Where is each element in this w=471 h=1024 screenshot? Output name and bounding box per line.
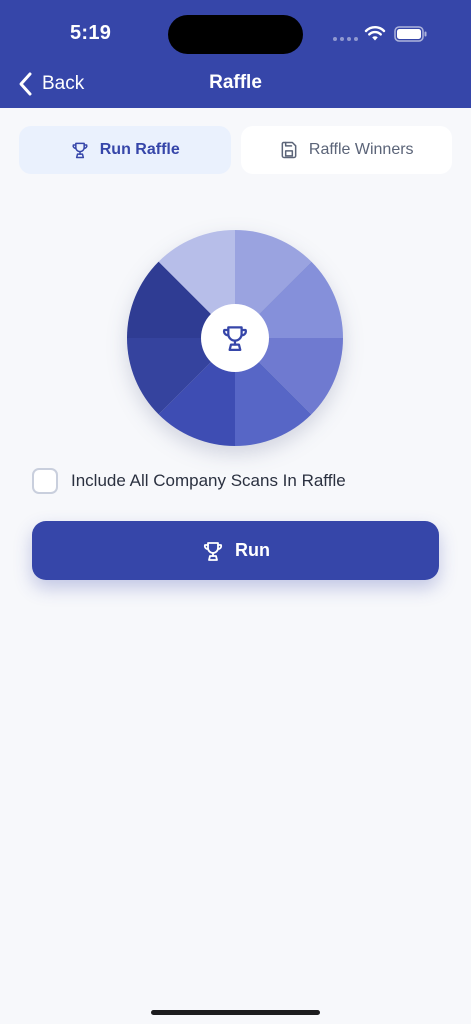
raffle-wheel — [125, 228, 345, 448]
wifi-icon — [364, 26, 386, 41]
segment-tabs: Run Raffle Raffle Winners — [19, 126, 452, 174]
save-icon — [281, 141, 297, 159]
home-indicator — [151, 1010, 320, 1015]
battery-icon — [394, 26, 427, 42]
run-button[interactable]: Run — [32, 521, 439, 580]
tab-run-raffle[interactable]: Run Raffle — [19, 126, 231, 174]
tab-label: Raffle Winners — [308, 141, 414, 158]
tab-raffle-winners[interactable]: Raffle Winners — [240, 126, 452, 174]
cellular-signal-icon — [333, 37, 358, 41]
raffle-wheel-graphic — [127, 230, 343, 446]
app-header: 5:19 Back Raffle — [0, 0, 471, 108]
run-label: Run — [235, 540, 270, 560]
status-time: 5:19 — [70, 22, 112, 44]
trophy-icon — [203, 541, 223, 561]
include-all-label: Include All Company Scans In Raffle — [71, 471, 346, 490]
include-all-checkbox[interactable] — [32, 468, 58, 494]
tab-label: Run Raffle — [99, 141, 180, 158]
wheel-center — [201, 304, 269, 372]
include-all-option: Include All Company Scans In Raffle — [32, 468, 346, 494]
page-title: Raffle — [209, 72, 262, 93]
trophy-icon — [72, 142, 88, 159]
dynamic-island — [168, 15, 303, 54]
